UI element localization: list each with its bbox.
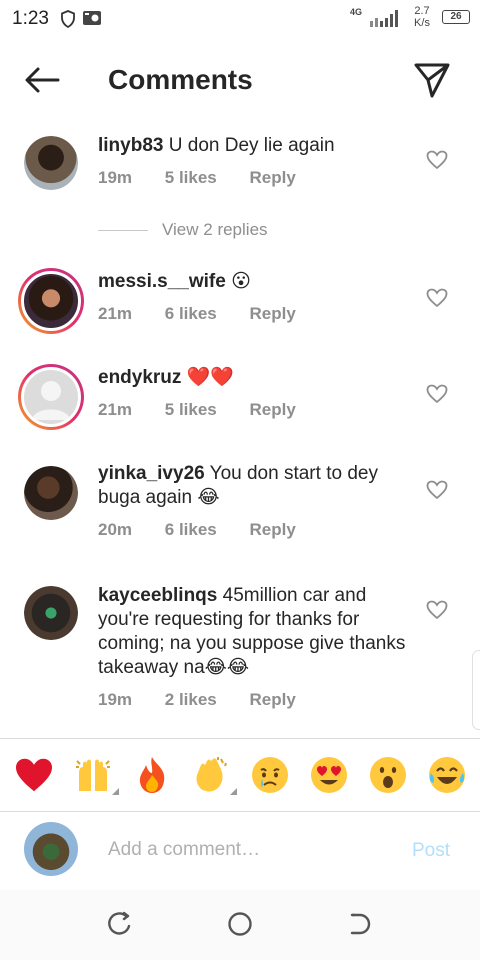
crying-face-icon (251, 757, 288, 793)
default-avatar-icon (32, 381, 70, 420)
comment-username[interactable]: linyb83 (98, 135, 163, 156)
emoji-heart-button[interactable] (10, 751, 58, 799)
battery-icon: 26 (442, 10, 470, 24)
avatar-story[interactable] (18, 364, 84, 430)
reply-button[interactable]: Reply (250, 520, 296, 539)
header: Comments (0, 50, 480, 110)
comment-meta: 21m 5 likes Reply (98, 400, 408, 420)
heart-icon[interactable] (426, 150, 448, 170)
comment-time: 20m (98, 520, 133, 539)
comment-username[interactable]: messi.s__wife (98, 271, 226, 292)
avatar[interactable] (24, 586, 78, 640)
shield-icon (61, 10, 75, 28)
reply-button[interactable]: Reply (250, 304, 296, 323)
signal-icon (370, 10, 398, 27)
comment-text: messi.s__wife 😮 (98, 270, 408, 294)
heart-eyes-icon (310, 757, 347, 793)
net-speed: 2.7 K/s (410, 5, 434, 29)
system-nav-bar (0, 890, 480, 960)
comment-likes[interactable]: 5 likes (165, 400, 217, 419)
avatar[interactable] (24, 466, 78, 520)
comment-likes[interactable]: 5 likes (165, 168, 217, 187)
comment-username[interactable]: endykruz (98, 367, 181, 388)
photo-icon (83, 11, 101, 25)
comment-likes[interactable]: 2 likes (165, 690, 217, 709)
heart-icon[interactable] (426, 288, 448, 308)
heart-icon[interactable] (426, 384, 448, 404)
status-time: 1:23 (12, 8, 49, 29)
variant-indicator (229, 788, 237, 795)
comment-time: 19m (98, 168, 133, 187)
my-avatar (24, 822, 78, 876)
avatar-story[interactable] (18, 268, 84, 334)
network-type: 4G (350, 7, 363, 17)
comment-time: 19m (98, 690, 133, 709)
post-button[interactable]: Post (412, 840, 450, 862)
home-icon[interactable] (226, 910, 254, 938)
emoji-surprised-button[interactable] (364, 751, 412, 799)
comment-input[interactable] (108, 834, 398, 866)
comment-meta: 19m 2 likes Reply (98, 690, 408, 710)
emoji-heart-eyes-button[interactable] (305, 751, 353, 799)
surprised-face-icon (369, 757, 406, 793)
scroll-handle[interactable] (472, 650, 480, 730)
comment-likes[interactable]: 6 likes (165, 520, 217, 539)
comment-username[interactable]: kayceeblinqs (98, 585, 217, 606)
comment-meta: 20m 6 likes Reply (98, 520, 408, 540)
tears-of-joy-icon (428, 757, 465, 793)
speed-unit: K/s (414, 17, 430, 29)
view-replies[interactable]: View 2 replies (98, 218, 268, 242)
raised-hands-icon (75, 759, 110, 791)
red-heart-icon (15, 758, 52, 792)
add-comment-bar: Post (0, 812, 480, 890)
page-title: Comments (108, 64, 253, 95)
reply-button[interactable]: Reply (250, 690, 296, 709)
emoji-clap-button[interactable] (187, 751, 237, 799)
comment-text: yinka_ivy26 You don start to dey buga ag… (98, 462, 408, 510)
comment-text: endykruz ❤️❤️ (98, 366, 408, 390)
comment-text: kayceeblinqs 45million car and you're re… (98, 584, 408, 680)
view-replies-label[interactable]: View 2 replies (162, 220, 268, 240)
reply-button[interactable]: Reply (250, 400, 296, 419)
comment-body: U don Dey lie again (168, 135, 335, 156)
heart-icon[interactable] (426, 480, 448, 500)
variant-indicator (111, 788, 119, 795)
emoji-fire-button[interactable] (128, 751, 176, 799)
emoji-crying-button[interactable] (246, 751, 294, 799)
comment-time: 21m (98, 304, 133, 323)
recent-apps-icon[interactable] (106, 910, 134, 938)
avatar[interactable] (24, 136, 78, 190)
heart-icon[interactable] (426, 600, 448, 620)
emoji-quick-bar (0, 738, 480, 812)
back-nav-icon[interactable] (346, 910, 374, 938)
comment-meta: 21m 6 likes Reply (98, 304, 408, 324)
comment-body: ❤️❤️ (186, 367, 235, 388)
comment-likes[interactable]: 6 likes (165, 304, 217, 323)
comment-text: linyb83 U don Dey lie again (98, 134, 408, 158)
clapping-hands-icon (196, 757, 227, 792)
reply-button[interactable]: Reply (250, 168, 296, 187)
divider (98, 229, 148, 231)
comment-body: 😮 (231, 271, 251, 292)
back-arrow-icon[interactable] (22, 64, 62, 96)
fire-icon (139, 757, 164, 793)
paper-plane-icon[interactable] (412, 60, 452, 100)
comment-username[interactable]: yinka_ivy26 (98, 463, 205, 484)
comment-meta: 19m 5 likes Reply (98, 168, 408, 188)
speed-value: 2.7 (414, 5, 430, 17)
emoji-raised-hands-button[interactable] (69, 751, 119, 799)
comment-time: 21m (98, 400, 133, 419)
status-bar: 1:23 4G 2.7 K/s 26 (0, 0, 480, 36)
emoji-laughing-button[interactable] (423, 751, 471, 799)
